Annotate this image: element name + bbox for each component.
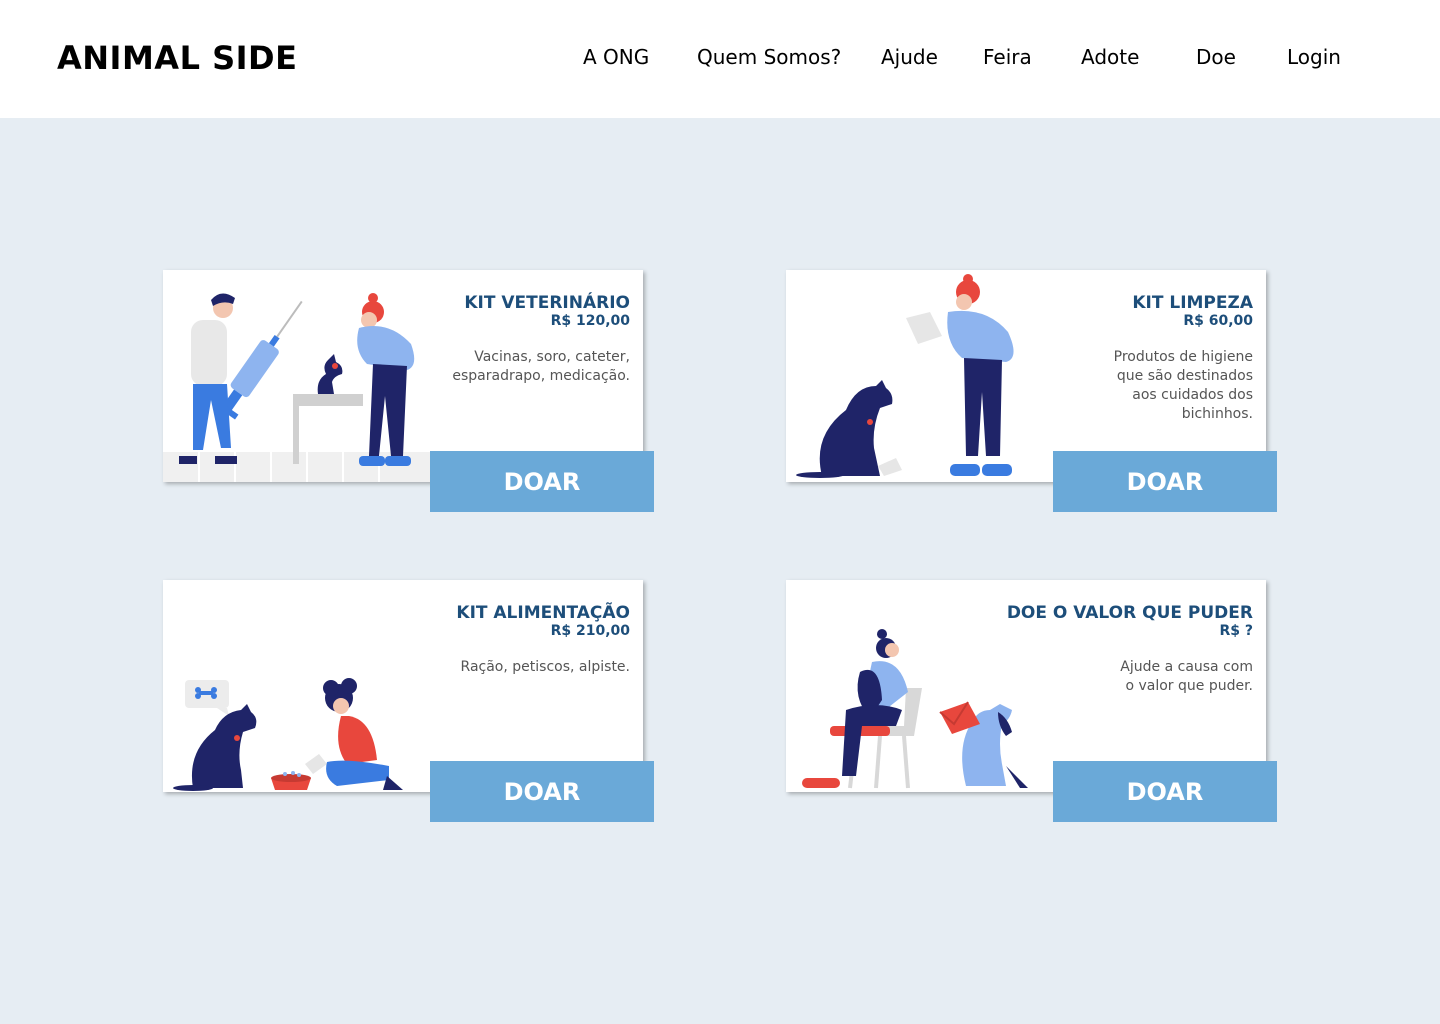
header: ANIMAL SIDE A ONG Quem Somos? Ajude Feir… [0,0,1440,118]
doar-button-kit-alimentacao[interactable]: DOAR [430,761,654,822]
nav-adote[interactable]: Adote [1081,44,1139,70]
card-description: Produtos de higiene que são destinados a… [1038,348,1253,424]
nav-a-ong[interactable]: A ONG [583,44,649,70]
card-description-line: aos cuidados dos [1132,387,1253,403]
card-price: R$ 60,00 [1183,313,1253,329]
card-title: KIT VETERINÁRIO [464,293,630,313]
card-description-line: esparadrapo, medicação. [452,368,630,384]
card-price: R$ 120,00 [550,313,630,329]
card-description-line: Ajude a causa com [1120,659,1253,675]
card-description: Vacinas, soro, cateter, esparadrapo, med… [415,348,630,386]
card-description-line: Ração, petiscos, alpiste. [460,659,630,675]
card-description-line: Produtos de higiene [1113,349,1253,365]
logo[interactable]: ANIMAL SIDE [57,38,297,78]
card-title: DOE O VALOR QUE PUDER [1006,603,1253,623]
vet-illustration-icon [163,293,433,482]
nav-feira[interactable]: Feira [983,44,1032,70]
doar-button-doe-valor[interactable]: DOAR [1053,761,1277,822]
card-description: Ajude a causa com o valor que puder. [1038,658,1253,696]
card-description-line: bichinhos. [1181,406,1253,422]
nav-login[interactable]: Login [1287,44,1341,70]
card-description: Ração, petiscos, alpiste. [415,658,630,677]
card-price: R$ ? [1219,623,1253,639]
feeding-illustration-icon [173,678,403,791]
nav-quem-somos[interactable]: Quem Somos? [697,44,841,70]
card-price: R$ 210,00 [550,623,630,639]
doar-button-kit-limpeza[interactable]: DOAR [1053,451,1277,512]
card-description-line: Vacinas, soro, cateter, [474,349,630,365]
card-title: KIT LIMPEZA [1132,293,1253,313]
card-description-line: que são destinados [1116,368,1253,384]
nav-doe[interactable]: Doe [1196,44,1236,70]
card-description-line: o valor que puder. [1125,678,1253,694]
card-title: KIT ALIMENTAÇÃO [456,603,630,623]
cleaning-illustration-icon [796,274,1014,478]
nav-ajude[interactable]: Ajude [881,44,938,70]
doar-button-kit-veterinario[interactable]: DOAR [430,451,654,512]
